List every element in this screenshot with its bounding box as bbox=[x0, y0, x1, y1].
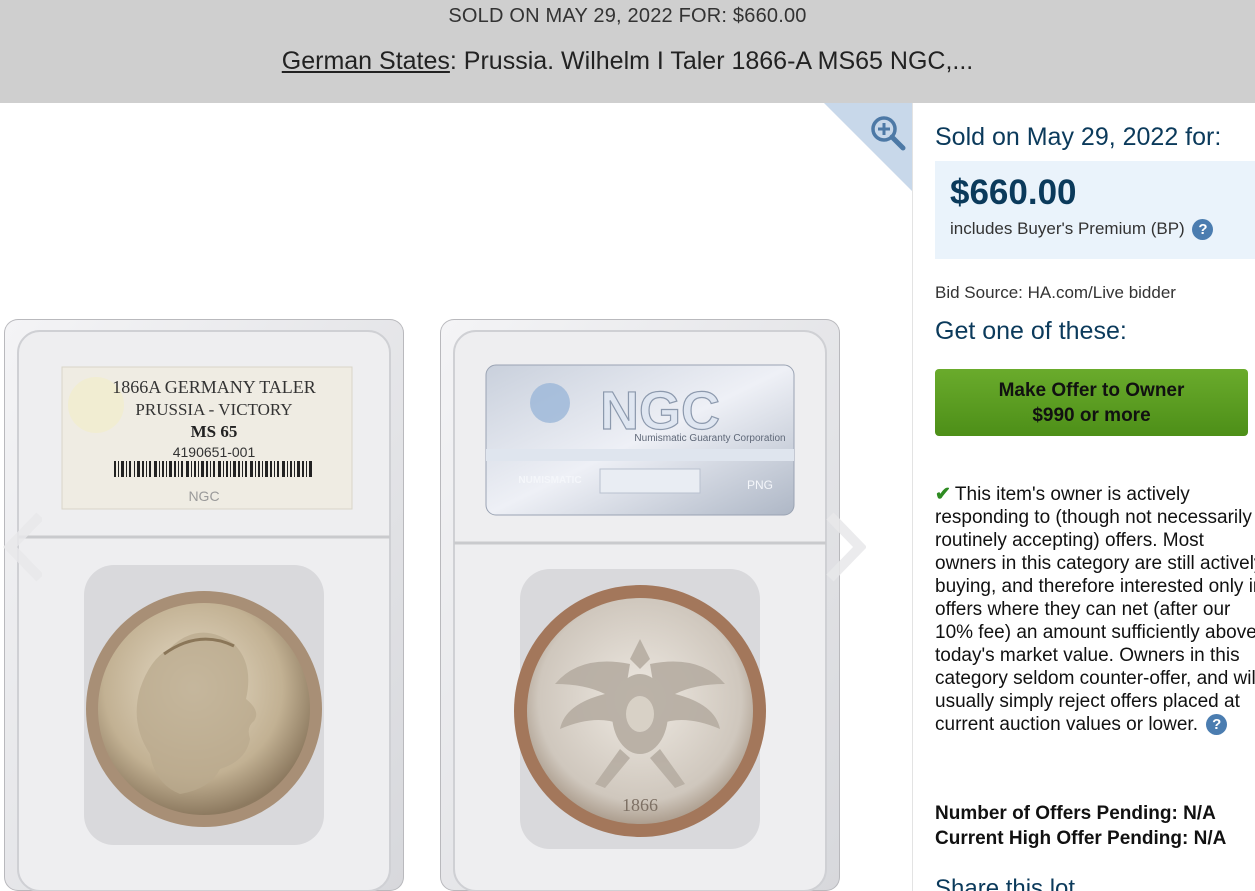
chevron-left-icon bbox=[3, 512, 44, 582]
prev-image-button[interactable] bbox=[2, 512, 44, 582]
buyers-premium-note: includes Buyer's Premium (BP) ? bbox=[950, 219, 1214, 241]
category-link[interactable]: German States bbox=[282, 47, 450, 75]
barcode bbox=[114, 461, 312, 477]
label-brand: NGC bbox=[188, 488, 219, 504]
offers-pending: Number of Offers Pending: N/A bbox=[935, 803, 1216, 824]
bp-text: includes Buyer's Premium (BP) bbox=[950, 219, 1185, 238]
question-circle-icon[interactable]: ? bbox=[1192, 219, 1214, 241]
make-offer-amount: $990 or more bbox=[1032, 405, 1151, 426]
ngc-hologram-logo: NGC bbox=[600, 381, 720, 441]
coin-year: 1866 bbox=[622, 795, 658, 815]
slab-image-reverse[interactable]: NGC Numismatic Guaranty Corporation NUMI… bbox=[440, 319, 840, 891]
sold-header-bar: SOLD ON MAY 29, 2022 FOR: $660.00 German… bbox=[0, 0, 1255, 103]
offer-status: Number of Offers Pending: N/A Current Hi… bbox=[935, 801, 1226, 851]
checkmark-icon: ✔ bbox=[935, 484, 951, 505]
make-offer-button[interactable]: Make Offer to Owner $990 or more bbox=[935, 369, 1248, 436]
slab-image-obverse[interactable]: 1866A GERMANY TALER PRUSSIA - VICTORY MS… bbox=[4, 319, 404, 891]
sold-price: $660.00 bbox=[950, 173, 1077, 212]
price-box: $660.00 includes Buyer's Premium (BP) ? bbox=[935, 161, 1255, 259]
sold-banner-text: SOLD ON MAY 29, 2022 FOR: $660.00 bbox=[448, 5, 807, 27]
owner-offer-notice: ✔ This item's owner is actively respondin… bbox=[935, 483, 1255, 736]
bid-source: Bid Source: HA.com/Live bidder bbox=[935, 283, 1176, 302]
make-offer-label: Make Offer to Owner bbox=[998, 380, 1185, 401]
lot-title: German States: Prussia. Wilhelm I Taler … bbox=[0, 47, 1255, 76]
sold-on-heading: Sold on May 29, 2022 for: bbox=[935, 123, 1222, 151]
owner-notice-text: This item's owner is actively responding… bbox=[935, 484, 1255, 735]
next-image-button[interactable] bbox=[826, 512, 867, 582]
share-heading: Share this lot bbox=[935, 875, 1076, 891]
label-line-2: PRUSSIA - VICTORY bbox=[135, 400, 292, 419]
question-circle-icon[interactable]: ? bbox=[1206, 714, 1228, 736]
ana-logo-text: NUMISMATIC bbox=[518, 475, 581, 486]
label-grade: MS 65 bbox=[191, 422, 238, 441]
label-cert: 4190651-001 bbox=[173, 444, 256, 460]
chevron-right-icon bbox=[826, 512, 867, 582]
lot-title-text: : Prussia. Wilhelm I Taler 1866-A MS65 N… bbox=[449, 47, 974, 75]
high-offer-pending: Current High Offer Pending: N/A bbox=[935, 828, 1227, 849]
get-one-heading: Get one of these: bbox=[935, 317, 1127, 345]
label-line-1: 1866A GERMANY TALER bbox=[112, 377, 316, 397]
lot-sidebar: Sold on May 29, 2022 for: $660.00 includ… bbox=[912, 103, 1255, 891]
png-logo-text: PNG bbox=[747, 478, 773, 492]
ngc-tagline: Numismatic Guaranty Corporation bbox=[634, 433, 785, 444]
zoom-button[interactable] bbox=[824, 103, 914, 193]
